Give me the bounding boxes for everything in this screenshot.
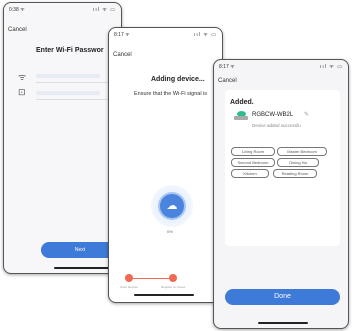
wifi-password-field[interactable]: ⊡ (18, 87, 121, 100)
status-icons: ııl ᯤ ▭ (194, 32, 217, 38)
status-icons: ııl ᯤ ▭ (320, 64, 343, 70)
status-time: 0:38 ᯤ (9, 7, 25, 13)
status-bar: 8:17 ᯤ ııl ᯤ ▭ (219, 64, 343, 72)
ssid-value (36, 74, 100, 78)
device-name: RGBCW-WB2L (252, 112, 294, 118)
wifi-ssid-field[interactable]: ᯤ (18, 70, 121, 83)
home-indicator (258, 322, 308, 324)
step-label-scan: Scan devices (120, 285, 138, 289)
room-chip-living[interactable]: Living Room (231, 147, 275, 156)
status-time: 8:17 ᯤ (219, 64, 235, 70)
cancel-button[interactable]: Cancel (218, 78, 237, 84)
status-bar: 8:17 ᯤ ııl ᯤ ▭ (114, 32, 217, 40)
edit-icon[interactable]: ✎ (304, 111, 309, 118)
status-time: 8:17 ᯤ (114, 32, 130, 38)
success-text: Device added successfu (252, 123, 301, 128)
status-icons: ııl ᯤ ▭ (93, 7, 116, 13)
cancel-button[interactable]: Cancel (113, 52, 132, 58)
home-indicator (54, 267, 114, 269)
light-bulb-icon (234, 111, 248, 121)
step-dot-register (169, 274, 177, 282)
room-chip-reading[interactable]: Reading Room (273, 169, 317, 178)
done-button[interactable]: Done (225, 289, 340, 305)
step-dot-scan (125, 274, 133, 282)
adding-device-screen: 8:17 ᯤ ııl ᯤ ▭ Cancel Adding device... E… (108, 27, 223, 303)
status-bar: 0:38 ᯤ ııl ᯤ ▭ (9, 7, 116, 15)
cloud-icon: ☁ (160, 194, 184, 218)
device-added-screen: 8:17 ᯤ ııl ᯤ ▭ Cancel Added. RGBCW-WB2L … (213, 59, 349, 329)
room-chip-second[interactable]: Second Bedroom (231, 158, 275, 167)
room-chip-master[interactable]: Master Bedroom (277, 147, 327, 156)
room-chip-dining[interactable]: Dining Ha (277, 158, 319, 167)
added-heading: Added. (230, 99, 254, 106)
page-title: Adding device... (151, 76, 205, 83)
instruction-text: Ensure that the Wi-Fi signal is (134, 91, 208, 97)
lock-icon: ⊡ (18, 87, 26, 97)
wifi-icon: ᯤ (18, 72, 27, 82)
step-label-register: Register on Cloud (161, 285, 186, 289)
device-card: Added. RGBCW-WB2L ✎ Device added success… (225, 90, 340, 246)
wifi-password-screen: 0:38 ᯤ ııl ᯤ ▭ Cancel Enter Wi-Fi Passwo… (3, 2, 122, 274)
cancel-button[interactable]: Cancel (8, 27, 27, 33)
password-value (36, 91, 100, 95)
page-title: Enter Wi-Fi Passwor (36, 47, 104, 54)
home-indicator (134, 294, 194, 296)
progress-percent: 0% (167, 229, 173, 234)
bulb-base (234, 116, 248, 120)
room-chip-kitchen[interactable]: Kitchen (231, 169, 269, 178)
